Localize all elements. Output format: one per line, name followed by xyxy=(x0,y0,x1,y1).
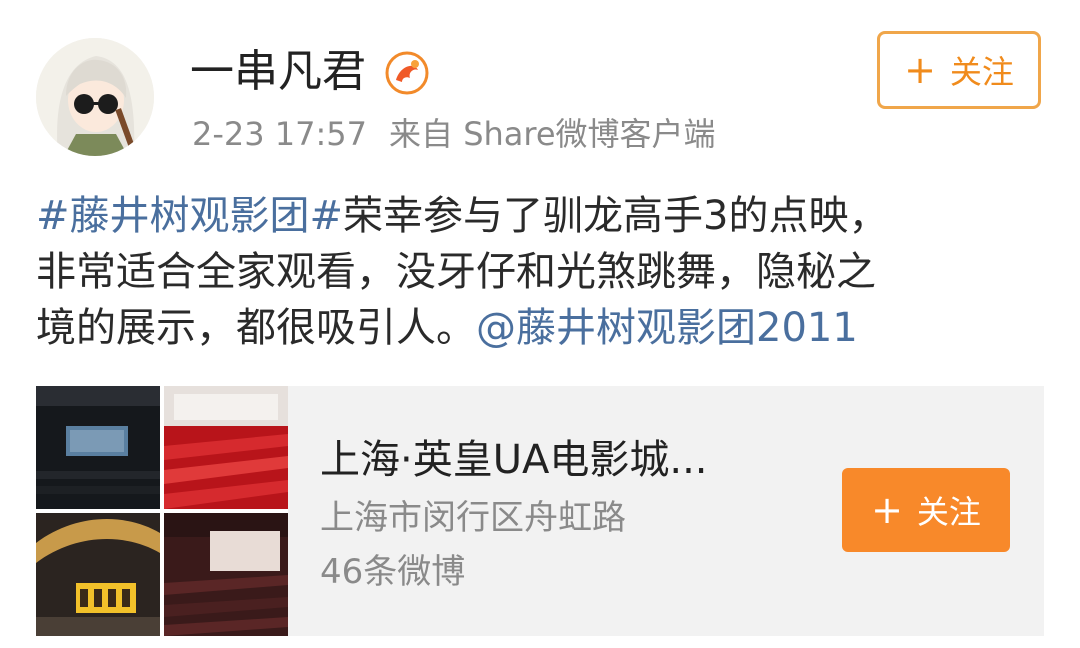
location-photo-grid xyxy=(36,386,288,636)
location-post-count: 46条微博 xyxy=(320,552,466,592)
cinema-photo xyxy=(36,386,160,509)
post-time: 2-23 17:57 xyxy=(192,115,368,153)
post-line-2: 非常适合全家观看，没牙仔和光煞跳舞，隐秘之 xyxy=(36,249,876,295)
location-title[interactable]: 上海·英皇UA电影城... xyxy=(320,434,708,486)
post-line-1: #藤井树观影团#荣幸参与了驯龙高手3的点映， xyxy=(36,188,1056,244)
cinema-photo xyxy=(164,386,288,509)
user-avatar[interactable] xyxy=(36,38,154,156)
follow-label: 关注 xyxy=(916,493,981,531)
post-text: #藤井树观影团#荣幸参与了驯龙高手3的点映， 非常适合全家观看，没牙仔和光煞跳舞… xyxy=(36,188,1056,356)
post-meta: 2-23 17:57 来自 Share微博客户端 xyxy=(192,112,716,156)
cinema-photo xyxy=(36,513,160,636)
location-address: 上海市闵行区舟虹路 xyxy=(320,498,626,538)
username[interactable]: 一串凡君 xyxy=(190,44,366,100)
plus-icon: + xyxy=(904,48,936,92)
follow-label: 关注 xyxy=(949,53,1014,91)
hashtag-link[interactable]: #藤井树观影团# xyxy=(36,193,343,239)
post-text-segment: 境的展示，都很吸引人。 xyxy=(36,305,476,351)
post-source[interactable]: 来自 Share微博客户端 xyxy=(389,115,716,153)
location-card[interactable]: 上海·英皇UA电影城... 上海市闵行区舟虹路 46条微博 + 关注 xyxy=(36,386,1044,636)
mention-link[interactable]: @藤井树观影团2011 xyxy=(476,305,858,351)
post-text-segment: 荣幸参与了驯龙高手3的点映， xyxy=(343,193,889,239)
follow-location-button[interactable]: + 关注 xyxy=(842,468,1010,552)
weibo-verified-icon xyxy=(384,50,430,96)
follow-user-button[interactable]: + 关注 xyxy=(877,31,1041,109)
plus-icon: + xyxy=(871,488,903,532)
post-line-3: 境的展示，都很吸引人。@藤井树观影团2011 xyxy=(36,300,1056,356)
cinema-photo xyxy=(164,513,288,636)
avatar-illustration xyxy=(36,38,154,156)
